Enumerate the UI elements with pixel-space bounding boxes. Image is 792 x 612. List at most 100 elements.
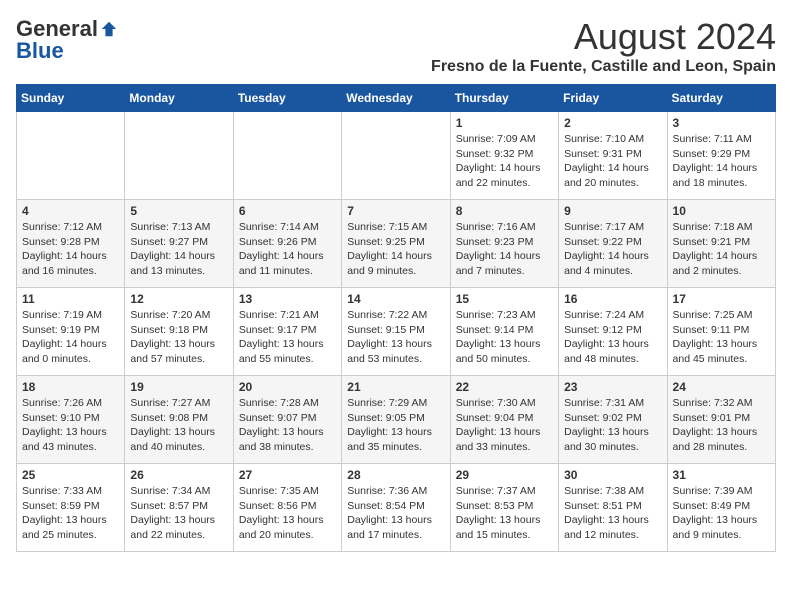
calendar-cell: 14 Sunrise: 7:22 AMSunset: 9:15 PMDaylig… <box>342 288 450 376</box>
day-info: Sunrise: 7:33 AMSunset: 8:59 PMDaylight:… <box>22 484 119 543</box>
logo: General Blue <box>16 16 118 64</box>
day-number: 24 <box>673 380 770 394</box>
day-number: 12 <box>130 292 227 306</box>
day-number: 4 <box>22 204 119 218</box>
day-info: Sunrise: 7:18 AMSunset: 9:21 PMDaylight:… <box>673 220 770 279</box>
day-info: Sunrise: 7:36 AMSunset: 8:54 PMDaylight:… <box>347 484 444 543</box>
day-number: 2 <box>564 116 661 130</box>
day-info: Sunrise: 7:21 AMSunset: 9:17 PMDaylight:… <box>239 308 336 367</box>
calendar-cell: 2 Sunrise: 7:10 AMSunset: 9:31 PMDayligh… <box>559 112 667 200</box>
day-info: Sunrise: 7:37 AMSunset: 8:53 PMDaylight:… <box>456 484 553 543</box>
day-info: Sunrise: 7:13 AMSunset: 9:27 PMDaylight:… <box>130 220 227 279</box>
day-info: Sunrise: 7:19 AMSunset: 9:19 PMDaylight:… <box>22 308 119 367</box>
calendar-cell: 18 Sunrise: 7:26 AMSunset: 9:10 PMDaylig… <box>17 376 125 464</box>
calendar-cell: 17 Sunrise: 7:25 AMSunset: 9:11 PMDaylig… <box>667 288 775 376</box>
calendar-cell: 25 Sunrise: 7:33 AMSunset: 8:59 PMDaylig… <box>17 464 125 552</box>
day-info: Sunrise: 7:29 AMSunset: 9:05 PMDaylight:… <box>347 396 444 455</box>
day-info: Sunrise: 7:31 AMSunset: 9:02 PMDaylight:… <box>564 396 661 455</box>
day-info: Sunrise: 7:27 AMSunset: 9:08 PMDaylight:… <box>130 396 227 455</box>
day-number: 13 <box>239 292 336 306</box>
calendar-cell: 15 Sunrise: 7:23 AMSunset: 9:14 PMDaylig… <box>450 288 558 376</box>
day-number: 26 <box>130 468 227 482</box>
day-number: 11 <box>22 292 119 306</box>
calendar-cell: 22 Sunrise: 7:30 AMSunset: 9:04 PMDaylig… <box>450 376 558 464</box>
calendar-cell: 29 Sunrise: 7:37 AMSunset: 8:53 PMDaylig… <box>450 464 558 552</box>
day-info: Sunrise: 7:35 AMSunset: 8:56 PMDaylight:… <box>239 484 336 543</box>
day-info: Sunrise: 7:09 AMSunset: 9:32 PMDaylight:… <box>456 132 553 191</box>
calendar-cell: 9 Sunrise: 7:17 AMSunset: 9:22 PMDayligh… <box>559 200 667 288</box>
location: Fresno de la Fuente, Castille and Leon, … <box>431 58 776 76</box>
logo-blue-text: Blue <box>16 38 64 64</box>
calendar-cell: 19 Sunrise: 7:27 AMSunset: 9:08 PMDaylig… <box>125 376 233 464</box>
weekday-header: Saturday <box>667 85 775 112</box>
weekday-header: Friday <box>559 85 667 112</box>
day-info: Sunrise: 7:17 AMSunset: 9:22 PMDaylight:… <box>564 220 661 279</box>
day-info: Sunrise: 7:34 AMSunset: 8:57 PMDaylight:… <box>130 484 227 543</box>
day-number: 9 <box>564 204 661 218</box>
day-number: 17 <box>673 292 770 306</box>
day-info: Sunrise: 7:32 AMSunset: 9:01 PMDaylight:… <box>673 396 770 455</box>
day-number: 27 <box>239 468 336 482</box>
calendar-cell: 10 Sunrise: 7:18 AMSunset: 9:21 PMDaylig… <box>667 200 775 288</box>
day-number: 7 <box>347 204 444 218</box>
weekday-header: Monday <box>125 85 233 112</box>
calendar-cell: 23 Sunrise: 7:31 AMSunset: 9:02 PMDaylig… <box>559 376 667 464</box>
day-info: Sunrise: 7:26 AMSunset: 9:10 PMDaylight:… <box>22 396 119 455</box>
weekday-header: Tuesday <box>233 85 341 112</box>
calendar-cell: 16 Sunrise: 7:24 AMSunset: 9:12 PMDaylig… <box>559 288 667 376</box>
day-info: Sunrise: 7:11 AMSunset: 9:29 PMDaylight:… <box>673 132 770 191</box>
weekday-header: Sunday <box>17 85 125 112</box>
calendar-cell: 12 Sunrise: 7:20 AMSunset: 9:18 PMDaylig… <box>125 288 233 376</box>
day-number: 3 <box>673 116 770 130</box>
day-number: 23 <box>564 380 661 394</box>
calendar-week-row: 25 Sunrise: 7:33 AMSunset: 8:59 PMDaylig… <box>17 464 776 552</box>
calendar-cell: 1 Sunrise: 7:09 AMSunset: 9:32 PMDayligh… <box>450 112 558 200</box>
day-number: 22 <box>456 380 553 394</box>
calendar-cell: 27 Sunrise: 7:35 AMSunset: 8:56 PMDaylig… <box>233 464 341 552</box>
day-info: Sunrise: 7:10 AMSunset: 9:31 PMDaylight:… <box>564 132 661 191</box>
day-number: 6 <box>239 204 336 218</box>
calendar-week-row: 1 Sunrise: 7:09 AMSunset: 9:32 PMDayligh… <box>17 112 776 200</box>
weekday-header: Wednesday <box>342 85 450 112</box>
day-info: Sunrise: 7:15 AMSunset: 9:25 PMDaylight:… <box>347 220 444 279</box>
calendar-cell: 6 Sunrise: 7:14 AMSunset: 9:26 PMDayligh… <box>233 200 341 288</box>
logo-icon <box>100 20 118 38</box>
calendar-cell: 7 Sunrise: 7:15 AMSunset: 9:25 PMDayligh… <box>342 200 450 288</box>
day-number: 20 <box>239 380 336 394</box>
calendar-table: SundayMondayTuesdayWednesdayThursdayFrid… <box>16 84 776 552</box>
day-info: Sunrise: 7:24 AMSunset: 9:12 PMDaylight:… <box>564 308 661 367</box>
calendar-cell: 21 Sunrise: 7:29 AMSunset: 9:05 PMDaylig… <box>342 376 450 464</box>
calendar-cell: 3 Sunrise: 7:11 AMSunset: 9:29 PMDayligh… <box>667 112 775 200</box>
day-number: 31 <box>673 468 770 482</box>
calendar-week-row: 4 Sunrise: 7:12 AMSunset: 9:28 PMDayligh… <box>17 200 776 288</box>
weekday-header-row: SundayMondayTuesdayWednesdayThursdayFrid… <box>17 85 776 112</box>
day-number: 30 <box>564 468 661 482</box>
day-number: 25 <box>22 468 119 482</box>
day-number: 18 <box>22 380 119 394</box>
calendar-cell: 5 Sunrise: 7:13 AMSunset: 9:27 PMDayligh… <box>125 200 233 288</box>
day-number: 16 <box>564 292 661 306</box>
day-number: 29 <box>456 468 553 482</box>
calendar-cell: 24 Sunrise: 7:32 AMSunset: 9:01 PMDaylig… <box>667 376 775 464</box>
calendar-cell: 28 Sunrise: 7:36 AMSunset: 8:54 PMDaylig… <box>342 464 450 552</box>
day-number: 8 <box>456 204 553 218</box>
day-info: Sunrise: 7:39 AMSunset: 8:49 PMDaylight:… <box>673 484 770 543</box>
calendar-cell: 4 Sunrise: 7:12 AMSunset: 9:28 PMDayligh… <box>17 200 125 288</box>
day-number: 5 <box>130 204 227 218</box>
weekday-header: Thursday <box>450 85 558 112</box>
calendar-cell: 20 Sunrise: 7:28 AMSunset: 9:07 PMDaylig… <box>233 376 341 464</box>
calendar-cell <box>17 112 125 200</box>
calendar-cell: 13 Sunrise: 7:21 AMSunset: 9:17 PMDaylig… <box>233 288 341 376</box>
day-number: 15 <box>456 292 553 306</box>
calendar-cell: 31 Sunrise: 7:39 AMSunset: 8:49 PMDaylig… <box>667 464 775 552</box>
calendar-cell <box>125 112 233 200</box>
day-number: 19 <box>130 380 227 394</box>
day-info: Sunrise: 7:28 AMSunset: 9:07 PMDaylight:… <box>239 396 336 455</box>
day-info: Sunrise: 7:16 AMSunset: 9:23 PMDaylight:… <box>456 220 553 279</box>
day-number: 1 <box>456 116 553 130</box>
day-info: Sunrise: 7:30 AMSunset: 9:04 PMDaylight:… <box>456 396 553 455</box>
day-info: Sunrise: 7:14 AMSunset: 9:26 PMDaylight:… <box>239 220 336 279</box>
day-info: Sunrise: 7:23 AMSunset: 9:14 PMDaylight:… <box>456 308 553 367</box>
day-info: Sunrise: 7:22 AMSunset: 9:15 PMDaylight:… <box>347 308 444 367</box>
month-title: August 2024 <box>431 16 776 58</box>
